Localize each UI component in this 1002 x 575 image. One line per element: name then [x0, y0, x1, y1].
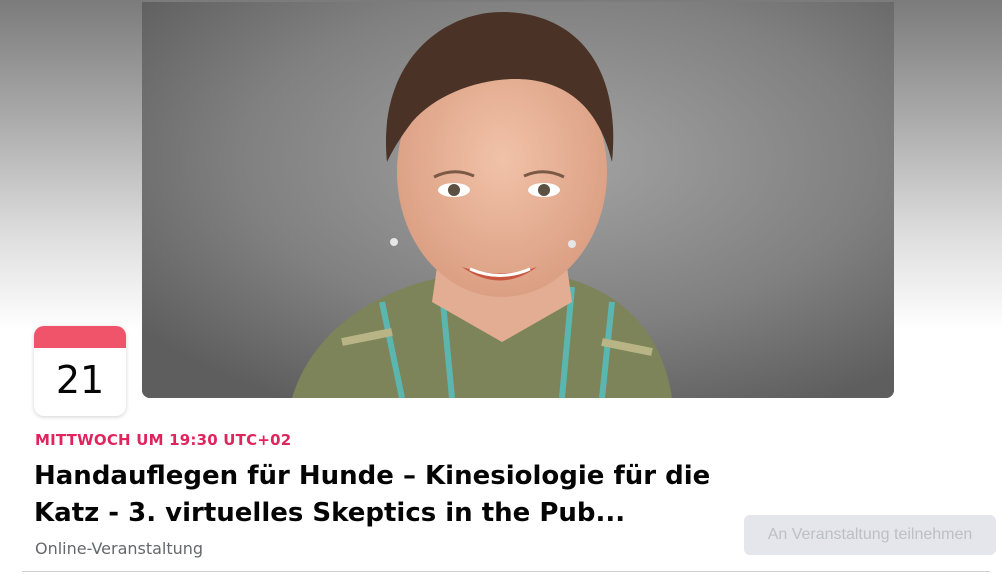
event-day-number: 21 — [55, 358, 105, 402]
portrait-image — [142, 2, 894, 398]
event-datetime: MITTWOCH UM 19:30 UTC+02 — [35, 431, 292, 449]
cover-photo[interactable] — [142, 2, 894, 398]
date-calendar-badge: 21 — [34, 326, 126, 416]
event-title[interactable]: Handauflegen für Hunde – Kinesiologie fü… — [34, 458, 724, 532]
join-event-button[interactable]: An Veranstaltung teilnehmen — [744, 515, 996, 555]
divider — [22, 571, 990, 572]
event-location[interactable]: Online-Veranstaltung — [35, 539, 203, 558]
event-header: 21 MITTWOCH UM 19:30 UTC+02 Handauflegen… — [0, 0, 1002, 575]
calendar-header-strip — [34, 326, 126, 348]
